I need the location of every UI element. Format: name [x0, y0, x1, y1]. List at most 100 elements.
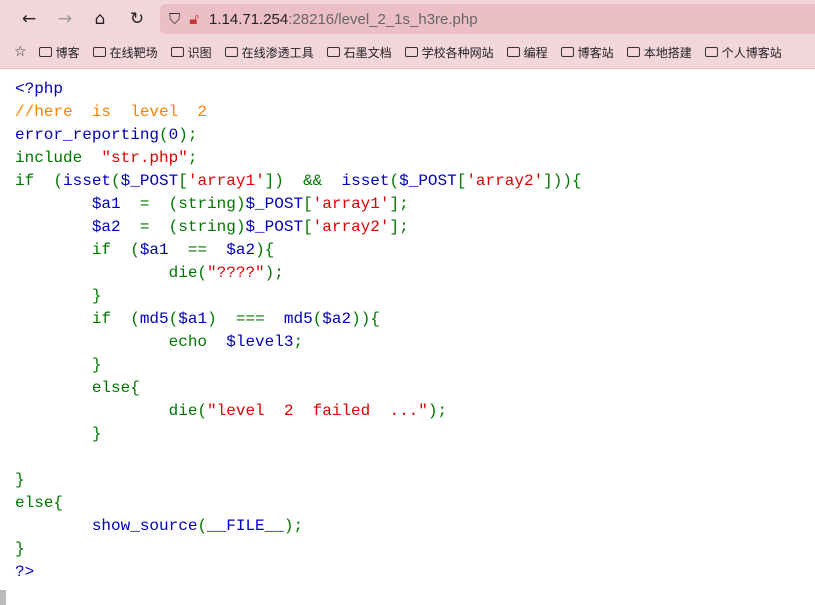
- code-line: else{: [15, 377, 582, 400]
- code-token: (: [197, 517, 208, 535]
- code-token: "str.php": [101, 149, 188, 167]
- code-token: "level 2 failed ...": [207, 402, 428, 420]
- code-token: }: [15, 287, 102, 305]
- code-token: ];: [389, 218, 409, 236]
- bookmark-folder[interactable]: 个人博客站: [704, 44, 782, 61]
- code-token: else{: [15, 494, 64, 512]
- browser-toolbar: ← → ⌂ ↻ ⛉ 🔓︎ 1.14.71.254:28216/level_2_1…: [0, 0, 815, 69]
- code-line: }: [15, 538, 582, 561]
- code-token: (: [111, 172, 121, 190]
- code-line: else{: [15, 492, 582, 515]
- bookmark-folder[interactable]: 在线靶场: [92, 44, 158, 61]
- code-token: [: [178, 172, 188, 190]
- folder-icon: [404, 47, 418, 57]
- code-token: ) ===: [207, 310, 284, 328]
- code-line: }: [15, 285, 582, 308]
- bookmark-label: 博客: [55, 45, 80, 60]
- code-line: ?>: [15, 561, 582, 584]
- back-icon[interactable]: ←: [16, 7, 42, 31]
- code-line: if (md5($a1) === md5($a2)){: [15, 308, 582, 331]
- bookmark-label: 本地搭建: [643, 45, 692, 60]
- code-token: (: [159, 126, 169, 144]
- code-token: if (: [15, 310, 140, 328]
- code-token: else{: [15, 379, 140, 397]
- bookmark-label: 石墨文档: [343, 45, 392, 60]
- url-text[interactable]: 1.14.71.254:28216/level_2_1s_h3re.php: [209, 11, 478, 28]
- bookmark-label: 识图: [187, 45, 212, 60]
- code-line: //here is level 2: [15, 101, 582, 124]
- bookmark-label: 学校各种网站: [421, 45, 494, 60]
- code-token: = (string): [120, 195, 246, 213]
- code-token: );: [264, 264, 284, 282]
- bookmark-folder[interactable]: 识图: [170, 44, 212, 61]
- bookmark-folder[interactable]: 编程: [506, 44, 548, 61]
- code-token: md5: [283, 310, 313, 328]
- address-bar[interactable]: ⛉ 🔓︎ 1.14.71.254:28216/level_2_1s_h3re.p…: [160, 4, 815, 34]
- code-token: error_reporting: [15, 126, 160, 144]
- bookmark-star-icon[interactable]: ☆: [14, 44, 27, 60]
- code-token: 'array2': [312, 218, 390, 236]
- code-line: show_source(__FILE__);: [15, 515, 582, 538]
- code-token: $a1: [91, 195, 121, 213]
- url-path: :28216/level_2_1s_h3re.php: [288, 10, 478, 28]
- reload-icon[interactable]: ↻: [124, 7, 150, 31]
- code-line: if ($a1 == $a2){: [15, 239, 582, 262]
- code-token: (: [168, 310, 179, 328]
- code-token: include: [15, 149, 102, 167]
- code-token: )){: [351, 310, 380, 328]
- folder-icon: [626, 47, 640, 57]
- code-token: );: [178, 126, 198, 144]
- code-token: $level3: [226, 333, 294, 351]
- code-token: }: [15, 471, 25, 489]
- code-token: //here is level 2: [15, 103, 208, 121]
- bookmark-label: 编程: [523, 45, 548, 60]
- code-line: include "str.php";: [15, 147, 582, 170]
- code-token: }: [15, 425, 102, 443]
- code-token: = (string): [120, 218, 246, 236]
- shield-icon[interactable]: ⛉: [169, 10, 180, 28]
- code-token: echo: [15, 333, 227, 351]
- code-token: (: [312, 310, 323, 328]
- code-line: error_reporting(0);: [15, 124, 582, 147]
- scrollbar[interactable]: [0, 590, 6, 605]
- code-token: );: [427, 402, 448, 420]
- home-icon[interactable]: ⌂: [87, 7, 113, 31]
- bookmarks-bar: ☆ 博客 在线靶场 识图 在线渗透工具 石墨文档 学校各种网站 编程 博客站 本地搭建 个人博客站: [0, 40, 795, 64]
- code-line: <?php: [15, 78, 582, 101]
- folder-icon: [506, 47, 520, 57]
- code-token: $a1: [178, 310, 208, 328]
- bookmark-folder[interactable]: 博客: [38, 44, 80, 61]
- bookmark-folder[interactable]: 博客站: [560, 44, 614, 61]
- code-token: $_POST: [120, 172, 179, 190]
- code-token: ;: [187, 149, 198, 167]
- code-token: $_POST: [245, 195, 304, 213]
- code-token: 'array2': [466, 172, 544, 190]
- folder-icon: [704, 47, 718, 57]
- bookmark-label: 在线靶场: [109, 45, 158, 60]
- code-token: if (: [15, 241, 140, 259]
- bookmark-folder[interactable]: 学校各种网站: [404, 44, 494, 61]
- forward-icon[interactable]: →: [52, 7, 78, 31]
- folder-icon: [38, 47, 52, 57]
- code-token: ;: [293, 333, 304, 351]
- code-token: ])){: [543, 172, 582, 190]
- code-token: ];: [389, 195, 409, 213]
- code-token: 0: [168, 126, 179, 144]
- code-token: $a2: [226, 241, 256, 259]
- code-token: [: [456, 172, 467, 190]
- code-token: }: [15, 356, 102, 374]
- folder-icon: [224, 47, 238, 57]
- code-line: echo $level3;: [15, 331, 582, 354]
- bookmark-label: 个人博客站: [721, 45, 782, 60]
- folder-icon: [560, 47, 574, 57]
- code-token: $a2: [322, 310, 352, 328]
- code-token: show_source: [91, 517, 198, 535]
- bookmark-folder[interactable]: 在线渗透工具: [224, 44, 314, 61]
- bookmark-folder[interactable]: 石墨文档: [326, 44, 392, 61]
- code-line: $a1 = (string)$_POST['array1'];: [15, 193, 582, 216]
- code-token: 'array1': [312, 195, 390, 213]
- insecure-lock-icon[interactable]: 🔓︎: [189, 10, 199, 28]
- code-line: $a2 = (string)$_POST['array2'];: [15, 216, 582, 239]
- bookmark-folder[interactable]: 本地搭建: [626, 44, 692, 61]
